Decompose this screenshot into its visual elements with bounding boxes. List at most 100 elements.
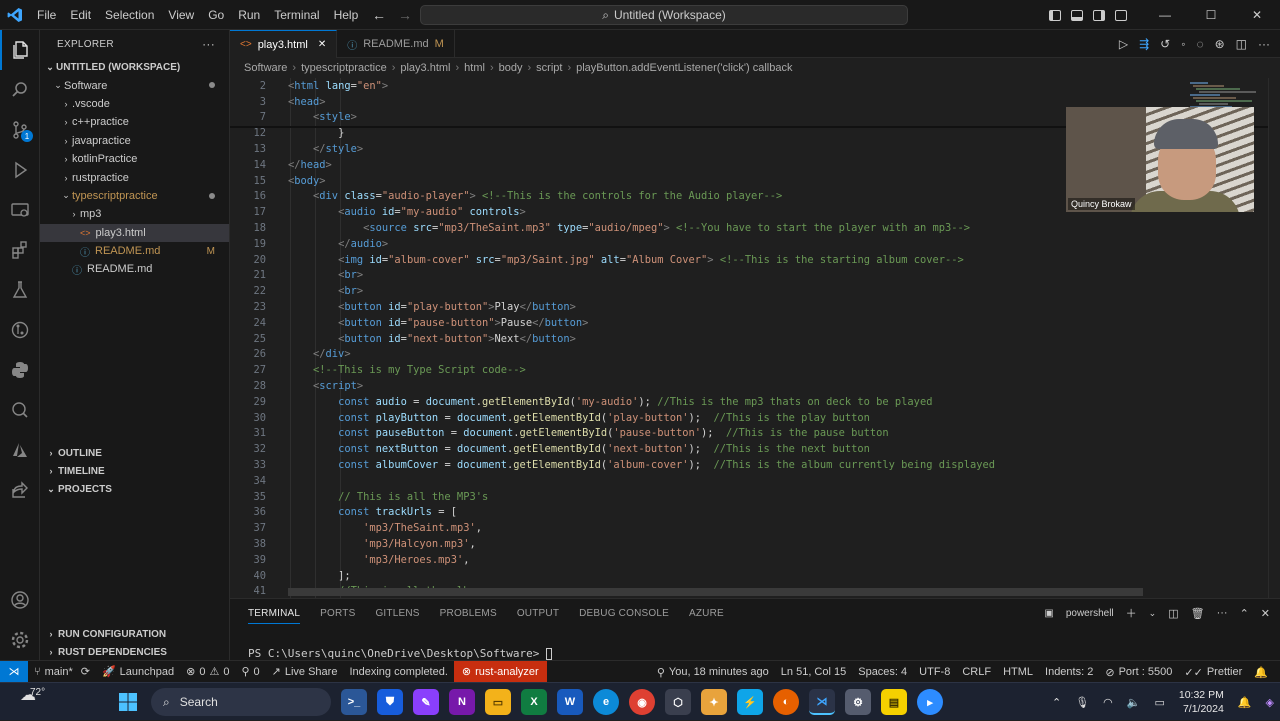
- gitlens-icon[interactable]: [0, 310, 40, 350]
- search-icon[interactable]: [0, 70, 40, 110]
- live-server-port[interactable]: ⊘ Port : 5500: [1099, 666, 1178, 679]
- code-line[interactable]: 20 <img id="album-cover" src="mp3/Saint.j…: [230, 252, 1270, 268]
- settings-gear-icon[interactable]: ⚙: [845, 689, 871, 715]
- tab-azure[interactable]: AZURE: [689, 608, 724, 619]
- menu-file[interactable]: File: [30, 0, 63, 30]
- menu-help[interactable]: Help: [327, 0, 366, 30]
- tab-gitlens[interactable]: GITLENS: [375, 608, 419, 619]
- python-icon[interactable]: [0, 350, 40, 390]
- customize-layout-icon[interactable]: [1110, 0, 1132, 30]
- settings-gear-icon[interactable]: [0, 620, 40, 660]
- menu-view[interactable]: View: [161, 0, 201, 30]
- code-line[interactable]: 24 <button id="pause-button">Pause</butto…: [230, 315, 1270, 331]
- new-terminal-icon[interactable]: ＋: [1126, 605, 1137, 621]
- git-blame[interactable]: ⚲ You, 18 minutes ago: [651, 666, 775, 679]
- menu-terminal[interactable]: Terminal: [267, 0, 326, 30]
- explorer-item[interactable]: ⓘ README.md M: [40, 242, 229, 260]
- code-line[interactable]: 34: [230, 473, 1270, 489]
- breadcrumb-item[interactable]: Software: [244, 62, 287, 74]
- menu-selection[interactable]: Selection: [98, 0, 161, 30]
- explorer-item[interactable]: ⌄ Software: [40, 76, 229, 94]
- explorer-item[interactable]: › c++practice: [40, 113, 229, 131]
- code-line[interactable]: 31 const pauseButton = document.getElemen…: [230, 426, 1270, 442]
- tab-problems[interactable]: PROBLEMS: [440, 608, 497, 619]
- power-automate-icon[interactable]: ⚡: [737, 689, 763, 715]
- tab-debug-console[interactable]: DEBUG CONSOLE: [579, 608, 669, 619]
- language-mode[interactable]: HTML: [997, 666, 1039, 678]
- code-line[interactable]: 36 const trackUrls = [: [230, 505, 1270, 521]
- more-actions-icon[interactable]: ···: [1217, 607, 1228, 619]
- explorer-item[interactable]: › rustpractice: [40, 168, 229, 186]
- code-line[interactable]: 21 <br>: [230, 268, 1270, 284]
- menu-run[interactable]: Run: [231, 0, 267, 30]
- copilot-icon[interactable]: ◈: [1266, 696, 1274, 709]
- rust-analyzer-status[interactable]: ⊗ rust-analyzer: [453, 660, 547, 683]
- run-debug-icon[interactable]: [0, 150, 40, 190]
- word-icon[interactable]: W: [557, 689, 583, 715]
- file-explorer-icon[interactable]: ▭: [485, 689, 511, 715]
- remote-explorer-icon[interactable]: [0, 190, 40, 230]
- revert-icon[interactable]: ↺: [1160, 37, 1170, 51]
- powershell-icon[interactable]: >_: [341, 689, 367, 715]
- code-line[interactable]: 27 <!--This is my Type Script code-->: [230, 362, 1270, 378]
- split-terminal-icon[interactable]: ◫: [1168, 607, 1178, 620]
- accounts-icon[interactable]: [0, 580, 40, 620]
- tab-terminal[interactable]: TERMINAL: [248, 608, 301, 624]
- explorer-item[interactable]: ⓘ README.md: [40, 260, 229, 278]
- shell-name[interactable]: powershell: [1066, 608, 1114, 619]
- run-icon[interactable]: ▷: [1119, 37, 1128, 51]
- explorer-item[interactable]: ⌄ typescriptpractice: [40, 187, 229, 205]
- remote-indicator-icon[interactable]: ⋊: [0, 660, 28, 683]
- encoding[interactable]: UTF-8: [913, 666, 956, 678]
- compare-icon[interactable]: ◌: [1196, 37, 1203, 51]
- code-line[interactable]: 30 const playButton = document.getElement…: [230, 410, 1270, 426]
- 3d-box-icon[interactable]: ⬡: [665, 689, 691, 715]
- close-window-button[interactable]: ✕: [1234, 0, 1280, 30]
- launchpad[interactable]: 🚀 Launchpad: [96, 665, 180, 679]
- code-line[interactable]: 40];: [230, 568, 1270, 584]
- edge-icon[interactable]: e: [593, 689, 619, 715]
- code-line[interactable]: 29 const audio = document.getElementById(…: [230, 394, 1270, 410]
- explorer-item[interactable]: › mp3: [40, 205, 229, 223]
- terminal-output[interactable]: PS C:\Users\quinc\OneDrive\Desktop\Softw…: [248, 647, 553, 660]
- code-line[interactable]: 23 <button id="play-button">Play</button>: [230, 299, 1270, 315]
- live-share-status[interactable]: ↗ Live Share: [266, 665, 344, 679]
- workspace-root[interactable]: ⌄ UNTITLED (WORKSPACE): [40, 58, 229, 76]
- code-line[interactable]: 35 // This is all the MP3's: [230, 489, 1270, 505]
- wifi-icon[interactable]: ◠: [1103, 696, 1113, 709]
- info-counter[interactable]: ⚲ 0: [235, 665, 265, 679]
- azure-icon[interactable]: [0, 430, 40, 470]
- live-share-icon[interactable]: [0, 470, 40, 510]
- explorer-icon[interactable]: [0, 30, 40, 70]
- zoom-icon[interactable]: ▸: [917, 689, 943, 715]
- notifications-bell-icon[interactable]: 🔔: [1238, 696, 1252, 709]
- volume-icon[interactable]: 🔈: [1127, 696, 1141, 709]
- breadcrumb-item[interactable]: body: [499, 62, 523, 74]
- sticky-notes-icon[interactable]: ▤: [881, 689, 907, 715]
- windows-start-icon[interactable]: [115, 689, 141, 715]
- close-tab-icon[interactable]: ✕: [318, 39, 326, 50]
- source-control-icon[interactable]: 1: [0, 110, 40, 150]
- chevron-up-icon[interactable]: ⌃: [1052, 696, 1061, 709]
- clock[interactable]: 10:32 PM 7/1/2024: [1179, 688, 1224, 716]
- command-center[interactable]: ⌕ Untitled (Workspace): [420, 5, 908, 25]
- split-editor-icon[interactable]: ◫: [1236, 37, 1247, 51]
- explorer-item[interactable]: › .vscode: [40, 95, 229, 113]
- breadcrumb-item[interactable]: typescriptpractice: [301, 62, 387, 74]
- maximize-button[interactable]: ☐: [1188, 0, 1234, 30]
- code-line[interactable]: 32 const nextButton = document.getElement…: [230, 441, 1270, 457]
- github-actions-icon[interactable]: [0, 390, 40, 430]
- gitlens-history-icon[interactable]: ⊛: [1215, 37, 1225, 51]
- code-line[interactable]: 18 <source src="mp3/TheSaint.mp3" type="a…: [230, 220, 1270, 236]
- battery-icon[interactable]: ▭: [1154, 696, 1164, 709]
- outline-section[interactable]: › OUTLINE: [40, 444, 230, 462]
- explorer-item[interactable]: <> play3.html: [40, 223, 229, 242]
- breadcrumb-item[interactable]: script: [536, 62, 562, 74]
- cursor-position[interactable]: Ln 51, Col 15: [775, 666, 852, 678]
- prettier-status[interactable]: ✓✓ Prettier: [1178, 666, 1248, 679]
- chevron-down-icon[interactable]: ⌄: [1149, 608, 1157, 619]
- toggle-primary-sidebar-icon[interactable]: [1044, 0, 1066, 30]
- breadcrumb-item[interactable]: playButton.addEventListener('click') cal…: [576, 62, 792, 74]
- onenote-icon[interactable]: N: [449, 689, 475, 715]
- tab-readme-md[interactable]: ⓘ README.md M: [337, 30, 455, 58]
